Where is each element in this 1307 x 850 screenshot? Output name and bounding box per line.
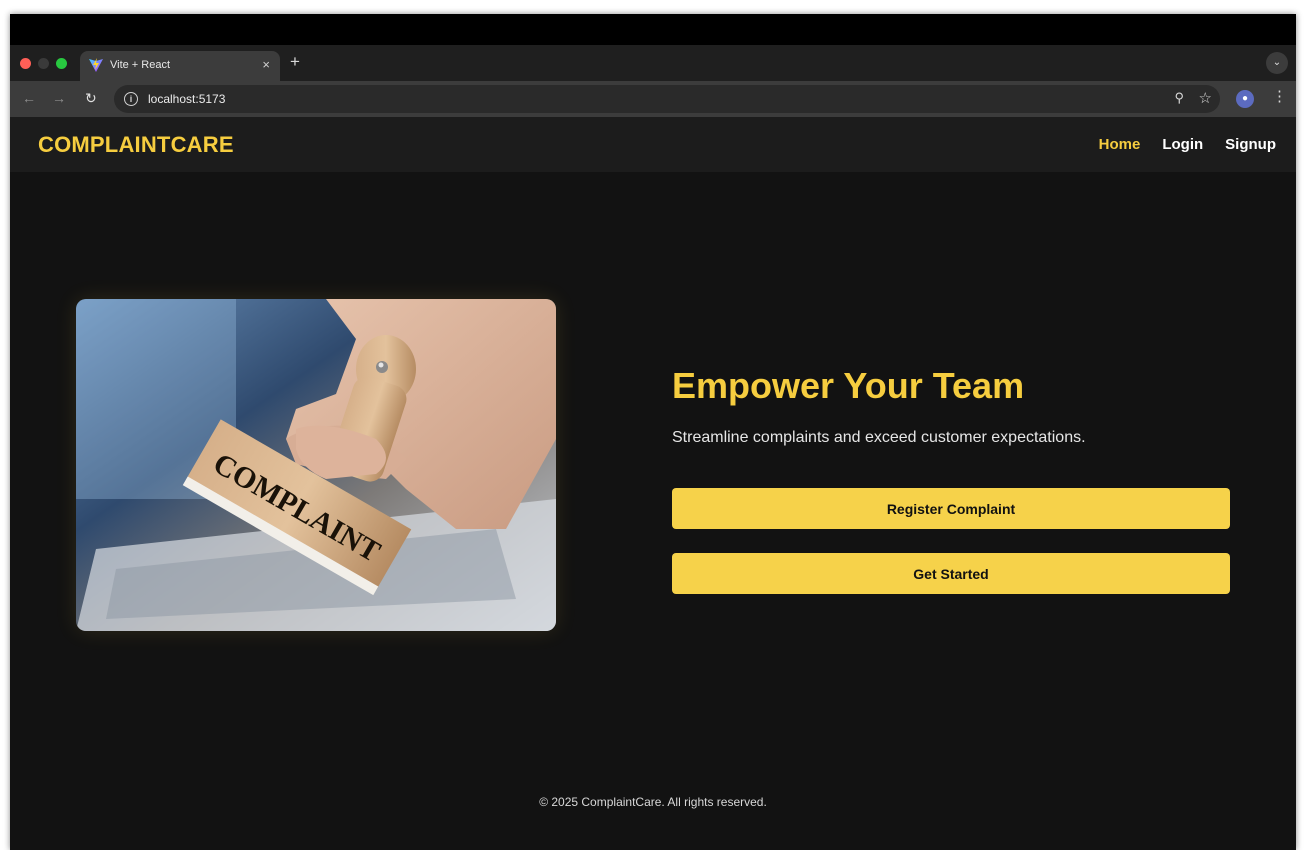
url-text[interactable]: localhost:5173	[148, 92, 225, 106]
site-header: COMPLAINTCARE Home Login Signup	[10, 117, 1296, 172]
register-complaint-button[interactable]: Register Complaint	[672, 488, 1230, 529]
browser-toolbar: ← → ↻ i localhost:5173 ⚲ ☆ ● ⋮	[10, 81, 1296, 117]
get-started-button[interactable]: Get Started	[672, 553, 1230, 594]
hero-title: Empower Your Team	[672, 365, 1025, 406]
close-window-button[interactable]	[20, 58, 31, 69]
tab-strip: Vite + React × + ⌄	[10, 45, 1296, 81]
info-icon[interactable]: i	[124, 92, 138, 106]
nav-home-link[interactable]: Home	[1099, 136, 1141, 153]
reload-icon[interactable]: ↻	[85, 89, 97, 107]
nav-login-link[interactable]: Login	[1162, 136, 1203, 153]
star-icon[interactable]: ☆	[1199, 89, 1212, 107]
footer-copyright: © 2025 ComplaintCare. All rights reserve…	[539, 795, 767, 809]
site-logo[interactable]: COMPLAINTCARE	[38, 132, 234, 158]
tab-search-icon[interactable]: ⌄	[1266, 52, 1288, 74]
tab-title: Vite + React	[110, 59, 171, 71]
profile-avatar[interactable]: ●	[1236, 90, 1254, 108]
complaint-stamp-photo: COMPLAINT	[76, 299, 556, 631]
minimize-window-button[interactable]	[38, 58, 49, 69]
main-nav: Home Login Signup	[1099, 136, 1276, 153]
zoom-icon[interactable]: ⚲	[1174, 90, 1184, 106]
browser-window: Vite + React × + ⌄ ← → ↻ i localhost:517…	[10, 14, 1296, 850]
menu-icon[interactable]: ⋮	[1272, 88, 1287, 106]
tab-close-icon[interactable]: ×	[262, 57, 270, 72]
hero-content: Empower Your Team Streamline complaints …	[672, 365, 1232, 447]
title-bar	[10, 14, 1296, 45]
back-arrow-icon[interactable]: ←	[22, 89, 36, 107]
hero-subtitle: Streamline complaints and exceed custome…	[672, 429, 1086, 446]
nav-signup-link[interactable]: Signup	[1225, 136, 1276, 153]
vite-logo-icon	[89, 58, 103, 72]
hero-image: COMPLAINT	[76, 299, 556, 631]
forward-arrow-icon[interactable]: →	[52, 89, 66, 107]
new-tab-button[interactable]: +	[290, 53, 300, 71]
address-bar[interactable]: i localhost:5173 ⚲ ☆	[114, 85, 1220, 113]
maximize-window-button[interactable]	[56, 58, 67, 69]
web-page: COMPLAINTCARE Home Login Signup COMPLAIN…	[10, 117, 1296, 850]
browser-tab[interactable]: Vite + React ×	[80, 51, 280, 81]
